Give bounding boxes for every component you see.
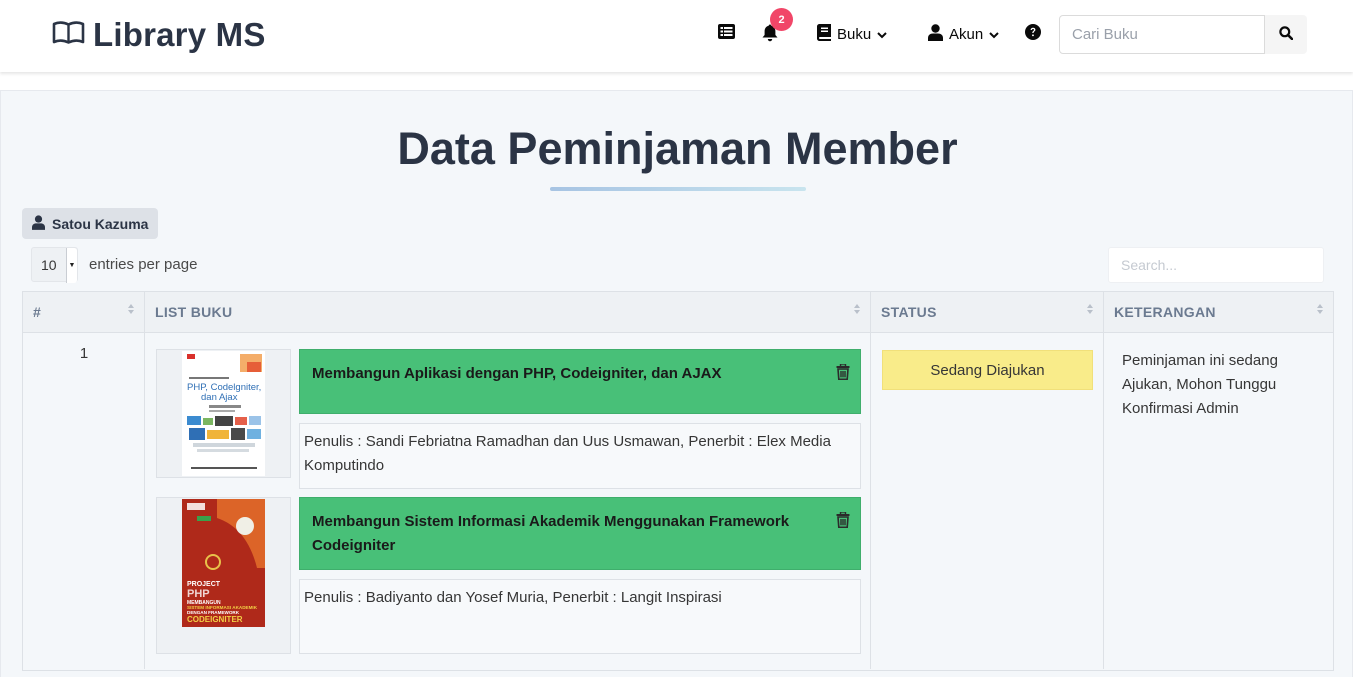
sort-icon	[1087, 304, 1093, 314]
column-header-keterangan[interactable]: KETERANGAN	[1104, 292, 1333, 332]
buku-dropdown[interactable]: Buku	[817, 24, 887, 45]
trash-icon[interactable]	[836, 363, 850, 388]
notification-badge: 2	[770, 8, 793, 31]
sort-icon	[1317, 304, 1323, 314]
chevron-down-icon	[989, 26, 999, 43]
table-header: # LIST BUKU STATUS KETERANGAN	[22, 291, 1334, 333]
brand[interactable]: Library MS	[52, 16, 266, 54]
sort-icon	[854, 304, 860, 314]
cover-text: dan Ajax	[201, 392, 238, 403]
search-icon	[1279, 26, 1294, 43]
navbar-search	[1059, 15, 1307, 54]
column-divider	[870, 333, 871, 669]
book-open-icon	[52, 20, 85, 50]
page-title: Data Peminjaman Member	[397, 123, 958, 174]
keterangan-text: Peminjaman ini sedang Ajukan, Mohon Tung…	[1122, 352, 1278, 417]
title-underline	[550, 187, 806, 191]
cover-text: PHP	[187, 588, 210, 600]
column-divider	[1103, 333, 1104, 669]
user-icon	[928, 24, 943, 45]
content-box: Data Peminjaman Member Satou Kazuma 10 ▼…	[0, 90, 1353, 677]
row-number: 1	[79, 345, 89, 362]
user-icon	[32, 214, 45, 233]
brand-title: Library MS	[93, 16, 266, 53]
book-cover[interactable]: PROJECT PHP MEMBANGUN SISTEM INFORMASI A…	[156, 497, 291, 654]
table-search-input[interactable]	[1108, 247, 1324, 283]
column-divider	[144, 333, 145, 669]
table-row: 1 PHP, Codelgniter, dan Ajax Membangun A…	[22, 333, 1334, 671]
search-button[interactable]	[1265, 15, 1307, 54]
member-tag: Satou Kazuma	[22, 208, 159, 239]
book-cover[interactable]: PHP, Codelgniter, dan Ajax	[156, 349, 291, 478]
book-icon	[817, 24, 831, 45]
question-circle-icon[interactable]	[1025, 24, 1041, 40]
cover-text: PROJECT	[187, 581, 221, 588]
status-badge: Sedang Diajukan	[882, 350, 1093, 390]
chevron-down-icon	[877, 26, 887, 43]
book-title[interactable]: Membangun Aplikasi dengan PHP, Codeignit…	[299, 349, 861, 414]
akun-dropdown[interactable]: Akun	[928, 24, 999, 45]
list-icon[interactable]	[718, 24, 735, 39]
column-header-number[interactable]: #	[23, 292, 145, 332]
entries-per-page: 10 ▼ entries per page	[31, 247, 198, 283]
column-header-list-buku[interactable]: LIST BUKU	[145, 292, 871, 332]
book-info: Penulis : Sandi Febriatna Ramadhan dan U…	[299, 423, 861, 489]
member-name: Satou Kazuma	[52, 215, 149, 232]
entries-value: 10	[41, 256, 57, 273]
cover-text: CODEIGNITER	[187, 615, 243, 624]
entries-select[interactable]: 10 ▼	[31, 247, 78, 283]
book-title[interactable]: Membangun Sistem Informasi Akademik Meng…	[299, 497, 861, 570]
navbar: Library MS 2 Buku Akun	[0, 0, 1353, 72]
trash-icon[interactable]	[836, 511, 850, 536]
search-input[interactable]	[1059, 15, 1265, 54]
akun-label: Akun	[949, 26, 984, 43]
caret-down-icon: ▼	[66, 248, 77, 283]
sort-icon	[128, 304, 134, 314]
buku-label: Buku	[837, 26, 872, 43]
entries-label: entries per page	[89, 256, 198, 273]
column-header-status[interactable]: STATUS	[871, 292, 1104, 332]
book-info: Penulis : Badiyanto dan Yosef Muria, Pen…	[299, 579, 861, 654]
